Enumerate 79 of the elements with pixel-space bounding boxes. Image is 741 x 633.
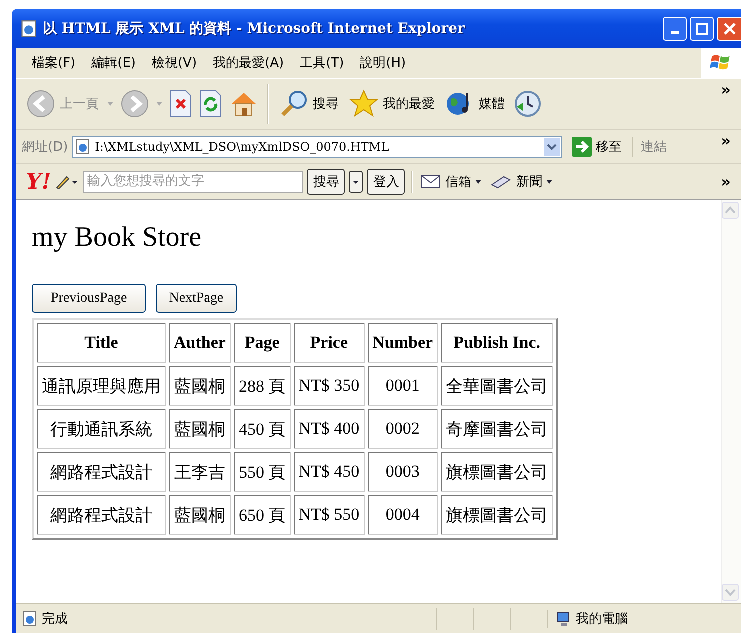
search-field[interactable]: 輸入您想搜尋的文字	[83, 170, 304, 192]
go-button[interactable]: 移至	[570, 136, 634, 156]
column-header: Page	[234, 323, 291, 363]
table-cell: 網路程式設計	[37, 452, 166, 492]
table-cell: 王李吉	[169, 452, 231, 492]
menu-item[interactable]: 檔案(F)	[26, 52, 86, 74]
table-cell: 通訊原理與應用	[37, 366, 166, 406]
close-button[interactable]	[717, 16, 741, 40]
table-cell: 網路程式設計	[37, 495, 166, 535]
login-button[interactable]: 登入	[367, 168, 406, 194]
links-overflow-button[interactable]: »	[717, 132, 741, 150]
caret-icon	[546, 180, 554, 184]
menu-item[interactable]: 編輯(E)	[86, 52, 146, 74]
column-header: Publish Inc.	[441, 323, 554, 363]
news-button[interactable]: 新聞	[488, 172, 556, 190]
table-cell: 0004	[368, 495, 438, 535]
column-header: Auther	[169, 323, 231, 363]
table-cell: 奇摩圖書公司	[441, 409, 554, 449]
address-label: 網址(D)	[22, 138, 68, 156]
browser-icon	[20, 20, 38, 38]
table-cell: 旗標圖書公司	[441, 495, 554, 535]
address-field[interactable]: I:\XMLstudy\XML_DSO\myXmlDSO_0070.HTML	[72, 136, 562, 158]
history-icon[interactable]	[513, 89, 543, 119]
table-cell: 藍國桐	[169, 495, 231, 535]
minimize-button[interactable]	[663, 16, 687, 40]
table-cell: 藍國桐	[169, 409, 231, 449]
window-title: 以 HTML 展示 XML 的資料 - Microsoft Internet Explorer	[43, 20, 465, 38]
computer-icon	[556, 610, 572, 626]
table-cell: 550 頁	[234, 452, 291, 492]
table-cell: 288 頁	[234, 366, 291, 406]
page-button[interactable]: PreviousPage	[32, 284, 146, 313]
maximize-button[interactable]	[690, 16, 714, 40]
table-cell: NT$ 400	[294, 409, 365, 449]
table-cell: 藍國桐	[169, 366, 231, 406]
page-button[interactable]: NextPage	[156, 284, 237, 313]
table-cell: NT$ 550	[294, 495, 365, 535]
table-cell: 行動通訊系統	[37, 409, 166, 449]
table-cell: NT$ 350	[294, 366, 365, 406]
menu-item[interactable]: 工具(T)	[294, 52, 354, 74]
page-heading: my Book Store	[32, 222, 203, 254]
forward-icon[interactable]	[120, 89, 150, 119]
maximize-icon	[696, 22, 708, 34]
table-cell: 全華圖書公司	[441, 366, 554, 406]
table-cell: 0003	[368, 452, 438, 492]
table-cell: 0001	[368, 366, 438, 406]
column-header: Title	[37, 323, 166, 363]
pencil-icon[interactable]	[55, 174, 80, 190]
page-icon	[22, 610, 38, 626]
mail-button[interactable]: 信箱	[419, 172, 484, 190]
yahoo-logo[interactable]: Y!	[26, 168, 52, 194]
column-header: Number	[368, 323, 438, 363]
table-cell: 450 頁	[234, 409, 291, 449]
menu-item[interactable]: 說明(H)	[354, 52, 416, 74]
search-button[interactable]: 搜尋	[277, 89, 341, 119]
links-label[interactable]: 連結	[637, 138, 668, 156]
zone-text: 我的電腦	[576, 610, 628, 628]
table-cell: 0002	[368, 409, 438, 449]
media-button[interactable]: 媒體	[443, 89, 507, 119]
table-cell: NT$ 450	[294, 452, 365, 492]
page-icon	[75, 138, 92, 154]
stop-icon[interactable]	[169, 90, 193, 118]
table-cell: 旗標圖書公司	[441, 452, 554, 492]
favorites-button[interactable]: 我的最愛	[347, 89, 437, 119]
toolbar-overflow-button[interactable]: »	[717, 81, 741, 99]
close-icon	[724, 22, 736, 34]
star-icon	[349, 89, 379, 119]
toolbar-overflow-button[interactable]: »	[717, 172, 741, 190]
column-header: Price	[294, 323, 365, 363]
caret-icon	[475, 180, 482, 184]
minimize-icon	[671, 31, 679, 34]
envelope-icon	[421, 174, 442, 188]
refresh-icon[interactable]	[199, 90, 223, 118]
table-cell: 650 頁	[234, 495, 291, 535]
search-icon	[279, 89, 309, 119]
menu-item[interactable]: 我的最愛(A)	[207, 52, 294, 74]
search-button[interactable]: 搜尋	[307, 168, 346, 194]
status-text: 完成	[42, 610, 69, 628]
menu-item[interactable]: 檢視(V)	[146, 52, 208, 74]
newspaper-icon	[490, 174, 512, 188]
